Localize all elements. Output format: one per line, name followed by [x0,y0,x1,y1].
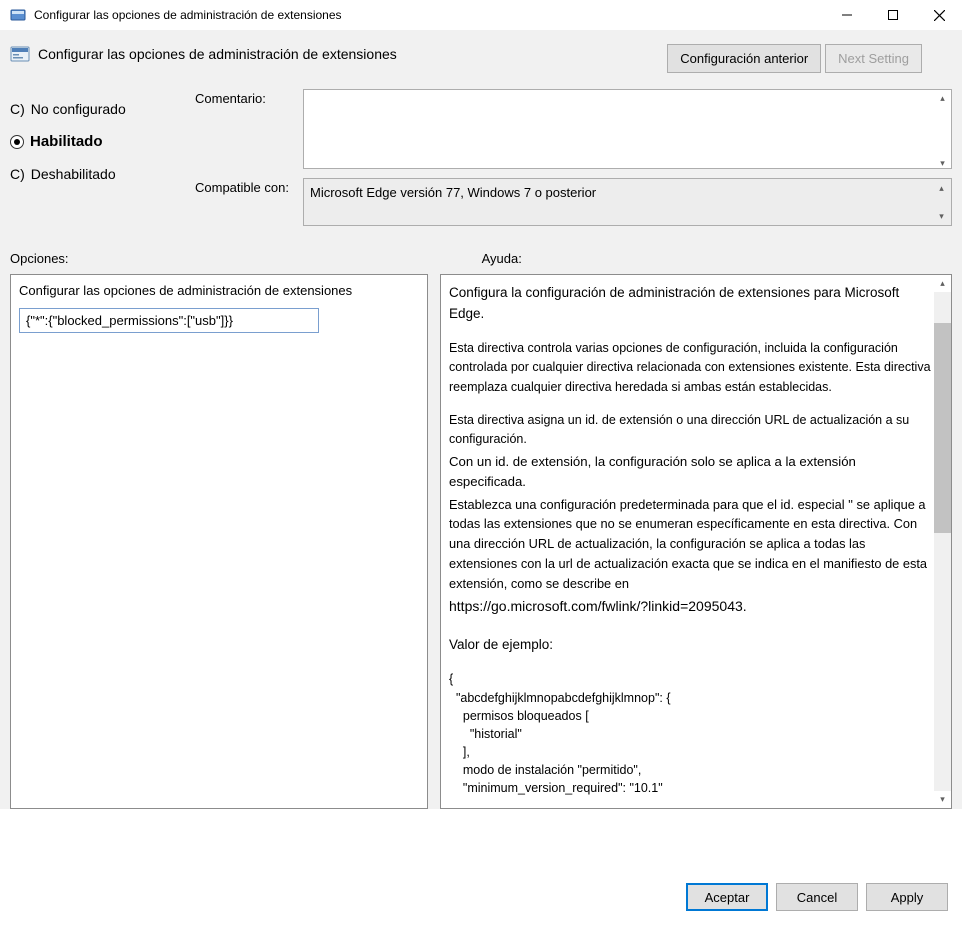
body-area: C) No configurado Habilitado C) Deshabil… [0,81,962,809]
option-field-label: Configurar las opciones de administració… [19,283,419,298]
footer-buttons: Aceptar Cancel Apply [686,883,948,911]
help-example-label: Valor de ejemplo: [449,635,933,656]
help-p2: Esta directiva controla varias opciones … [449,339,933,397]
header-left: Configurar las opciones de administració… [10,44,657,64]
radio-prefix: C) [10,101,25,117]
header-title: Configurar las opciones de administració… [38,46,397,62]
header-buttons: Configuración anterior Next Setting [667,44,922,73]
supported-box: Microsoft Edge versión 77, Windows 7 o p… [303,178,952,226]
window-title: Configurar las opciones de administració… [34,8,824,22]
help-text: Configura la configuración de administra… [449,283,933,800]
scroll-down-icon: ▾ [934,791,951,808]
comment-textarea[interactable] [303,89,952,169]
radio-icon-selected [10,135,24,149]
help-p3b: Con un id. de extensión, la configuració… [449,452,933,493]
window-buttons [824,0,962,30]
scroll-up-icon: ▴ [934,90,951,106]
help-panel: Configura la configuración de administra… [440,274,952,809]
scroll-up-icon: ▴ [933,180,950,196]
scroll-down-icon: ▾ [934,155,951,171]
comment-scrollbar[interactable]: ▴ ▾ [934,90,951,171]
scroll-down-icon: ▾ [933,208,950,224]
radio-label: Deshabilitado [31,166,116,182]
help-link: https://go.microsoft.com/fwlink/?linkid=… [449,596,933,618]
app-icon [10,7,26,23]
help-p1: Configura la configuración de administra… [449,283,933,325]
comment-label: Comentario: [195,89,295,106]
help-p3a: Esta directiva asigna un id. de extensió… [449,411,933,450]
close-button[interactable] [916,0,962,30]
scroll-up-icon: ▴ [934,275,951,292]
state-radios: C) No configurado Habilitado C) Deshabil… [10,89,185,226]
cancel-button[interactable]: Cancel [776,883,858,911]
scrollbar-thumb[interactable] [934,323,951,533]
minimize-button[interactable] [824,0,870,30]
help-example-code: { "abcdefghijklmnopabcdefghijklmnop": { … [449,670,933,800]
maximize-button[interactable] [870,0,916,30]
titlebar: Configurar las opciones de administració… [0,0,962,30]
previous-setting-button[interactable]: Configuración anterior [667,44,821,73]
help-section-label: Ayuda: [482,251,522,266]
right-fields: Comentario: ▴ ▾ Compatible con: Microsof… [195,89,952,226]
apply-button[interactable]: Apply [866,883,948,911]
help-scrollbar[interactable]: ▴ ▾ [934,275,951,808]
policy-icon [10,44,30,64]
top-row: C) No configurado Habilitado C) Deshabil… [10,89,952,226]
help-p3c: Establezca una configuración predetermin… [449,497,927,591]
header-row: Configurar las opciones de administració… [0,30,962,81]
supported-label: Compatible con: [195,178,295,195]
supported-row: Compatible con: Microsoft Edge versión 7… [195,178,952,226]
policy-dialog: Configurar las opciones de administració… [0,0,962,925]
radio-disabled[interactable]: C) Deshabilitado [10,158,185,190]
option-value-input[interactable] [19,308,319,333]
radio-enabled[interactable]: Habilitado [10,125,185,158]
section-labels: Opciones: Ayuda: [10,251,952,266]
next-setting-button[interactable]: Next Setting [825,44,922,73]
supported-scrollbar[interactable]: ▴ ▾ [933,180,950,224]
radio-label: No configurado [31,101,126,117]
radio-not-configured[interactable]: C) No configurado [10,93,185,125]
supported-value: Microsoft Edge versión 77, Windows 7 o p… [310,185,596,200]
ok-button[interactable]: Aceptar [686,883,768,911]
columns: Configurar las opciones de administració… [10,274,952,809]
options-panel: Configurar las opciones de administració… [10,274,428,809]
radio-label: Habilitado [30,133,103,150]
options-section-label: Opciones: [10,251,472,266]
radio-prefix: C) [10,166,25,182]
comment-row: Comentario: ▴ ▾ [195,89,952,172]
